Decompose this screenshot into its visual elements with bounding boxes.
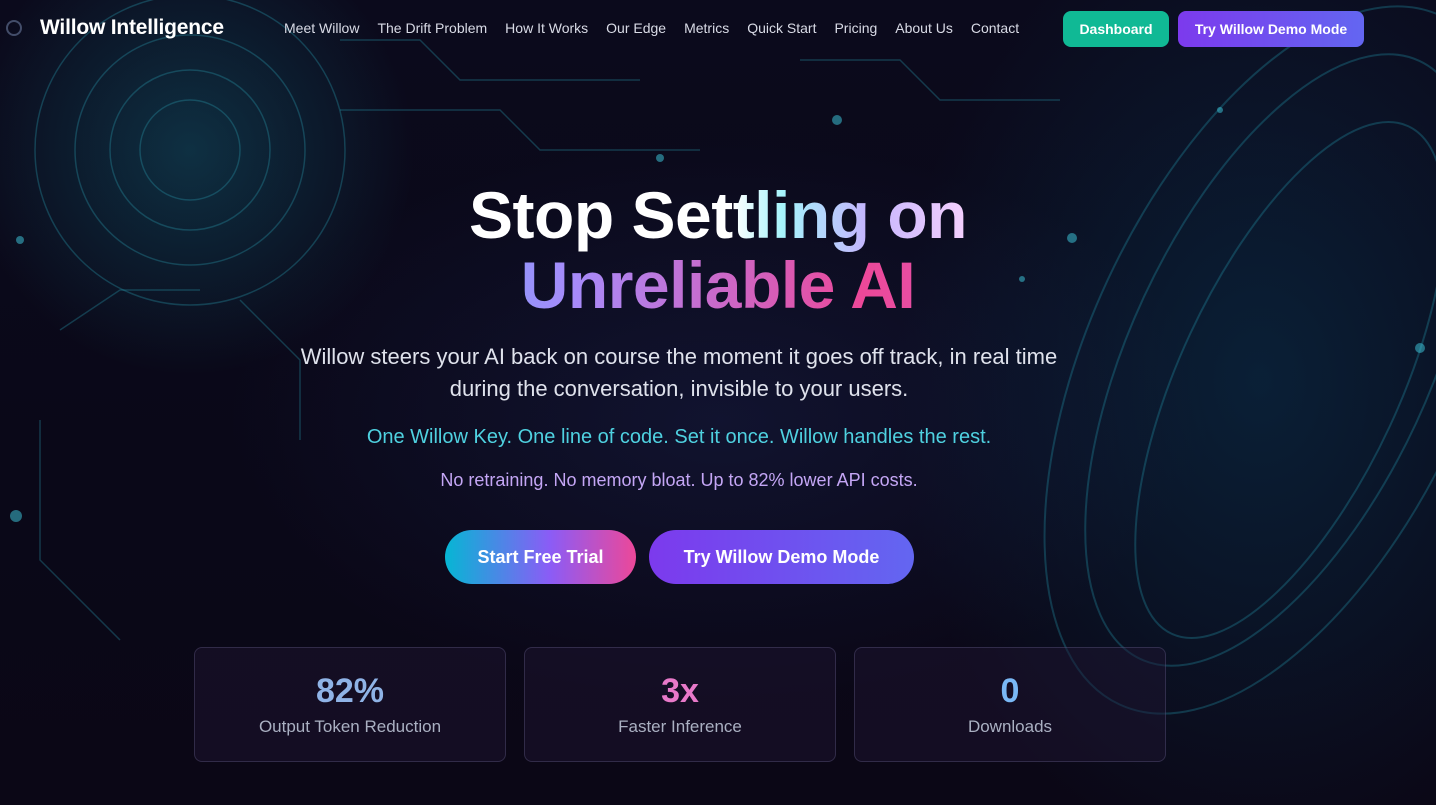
stat-card-downloads: 0 Downloads	[854, 647, 1166, 762]
hero-title-settling: Settling on	[631, 178, 968, 252]
nav-link-our-edge[interactable]: Our Edge	[606, 20, 666, 36]
nav-link-how-it-works[interactable]: How It Works	[505, 20, 588, 36]
nav-link-about-us[interactable]: About Us	[895, 20, 953, 36]
stat-value: 82%	[315, 672, 385, 710]
hero-tagline: One Willow Key. One line of code. Set it…	[0, 426, 1436, 449]
stat-card-faster-inference: 3x Faster Inference	[524, 647, 836, 762]
hero-title-unreliable-ai: Unreliable AI	[0, 250, 1436, 320]
nav-link-pricing[interactable]: Pricing	[834, 20, 877, 36]
nav-demo-mode-button[interactable]: Try Willow Demo Mode	[1178, 11, 1364, 47]
hero-benefits: No retraining. No memory bloat. Up to 82…	[0, 470, 1436, 491]
dashboard-button[interactable]: Dashboard	[1063, 11, 1169, 47]
nav-link-quick-start[interactable]: Quick Start	[747, 20, 816, 36]
top-navigation: Willow Intelligence Meet Willow The Drif…	[0, 0, 1436, 58]
hero-tagline-text: One Willow Key. One line of code. Set it…	[366, 426, 992, 448]
stat-label: Downloads	[967, 717, 1053, 736]
hero-title-stop: Stop	[469, 178, 632, 252]
nav-link-meet-willow[interactable]: Meet Willow	[284, 20, 359, 36]
stat-label: Faster Inference	[618, 717, 742, 736]
stat-value: 3x	[661, 672, 699, 710]
hero-subtitle: Willow steers your AI back on course the…	[300, 344, 1058, 401]
nav-link-contact[interactable]: Contact	[971, 20, 1019, 36]
logo-orb-icon	[6, 20, 22, 36]
hero-title: Stop Settling on Unreliable AI	[0, 180, 1436, 320]
stat-value: 0	[1000, 672, 1020, 710]
nav-link-metrics[interactable]: Metrics	[684, 20, 729, 36]
start-free-trial-button[interactable]: Start Free Trial	[445, 530, 636, 584]
stat-card-token-reduction: 82% Output Token Reduction	[194, 647, 506, 762]
hero-benefits-text: No retraining. No memory bloat. Up to 82…	[440, 470, 918, 490]
stat-label: Output Token Reduction	[258, 717, 442, 736]
brand-logo[interactable]: Willow Intelligence	[6, 16, 224, 40]
brand-name: Willow Intelligence	[40, 16, 224, 39]
nav-links: Meet Willow The Drift Problem How It Wor…	[284, 20, 1037, 36]
nav-link-drift-problem[interactable]: The Drift Problem	[377, 20, 487, 36]
try-demo-mode-button[interactable]: Try Willow Demo Mode	[649, 530, 914, 584]
